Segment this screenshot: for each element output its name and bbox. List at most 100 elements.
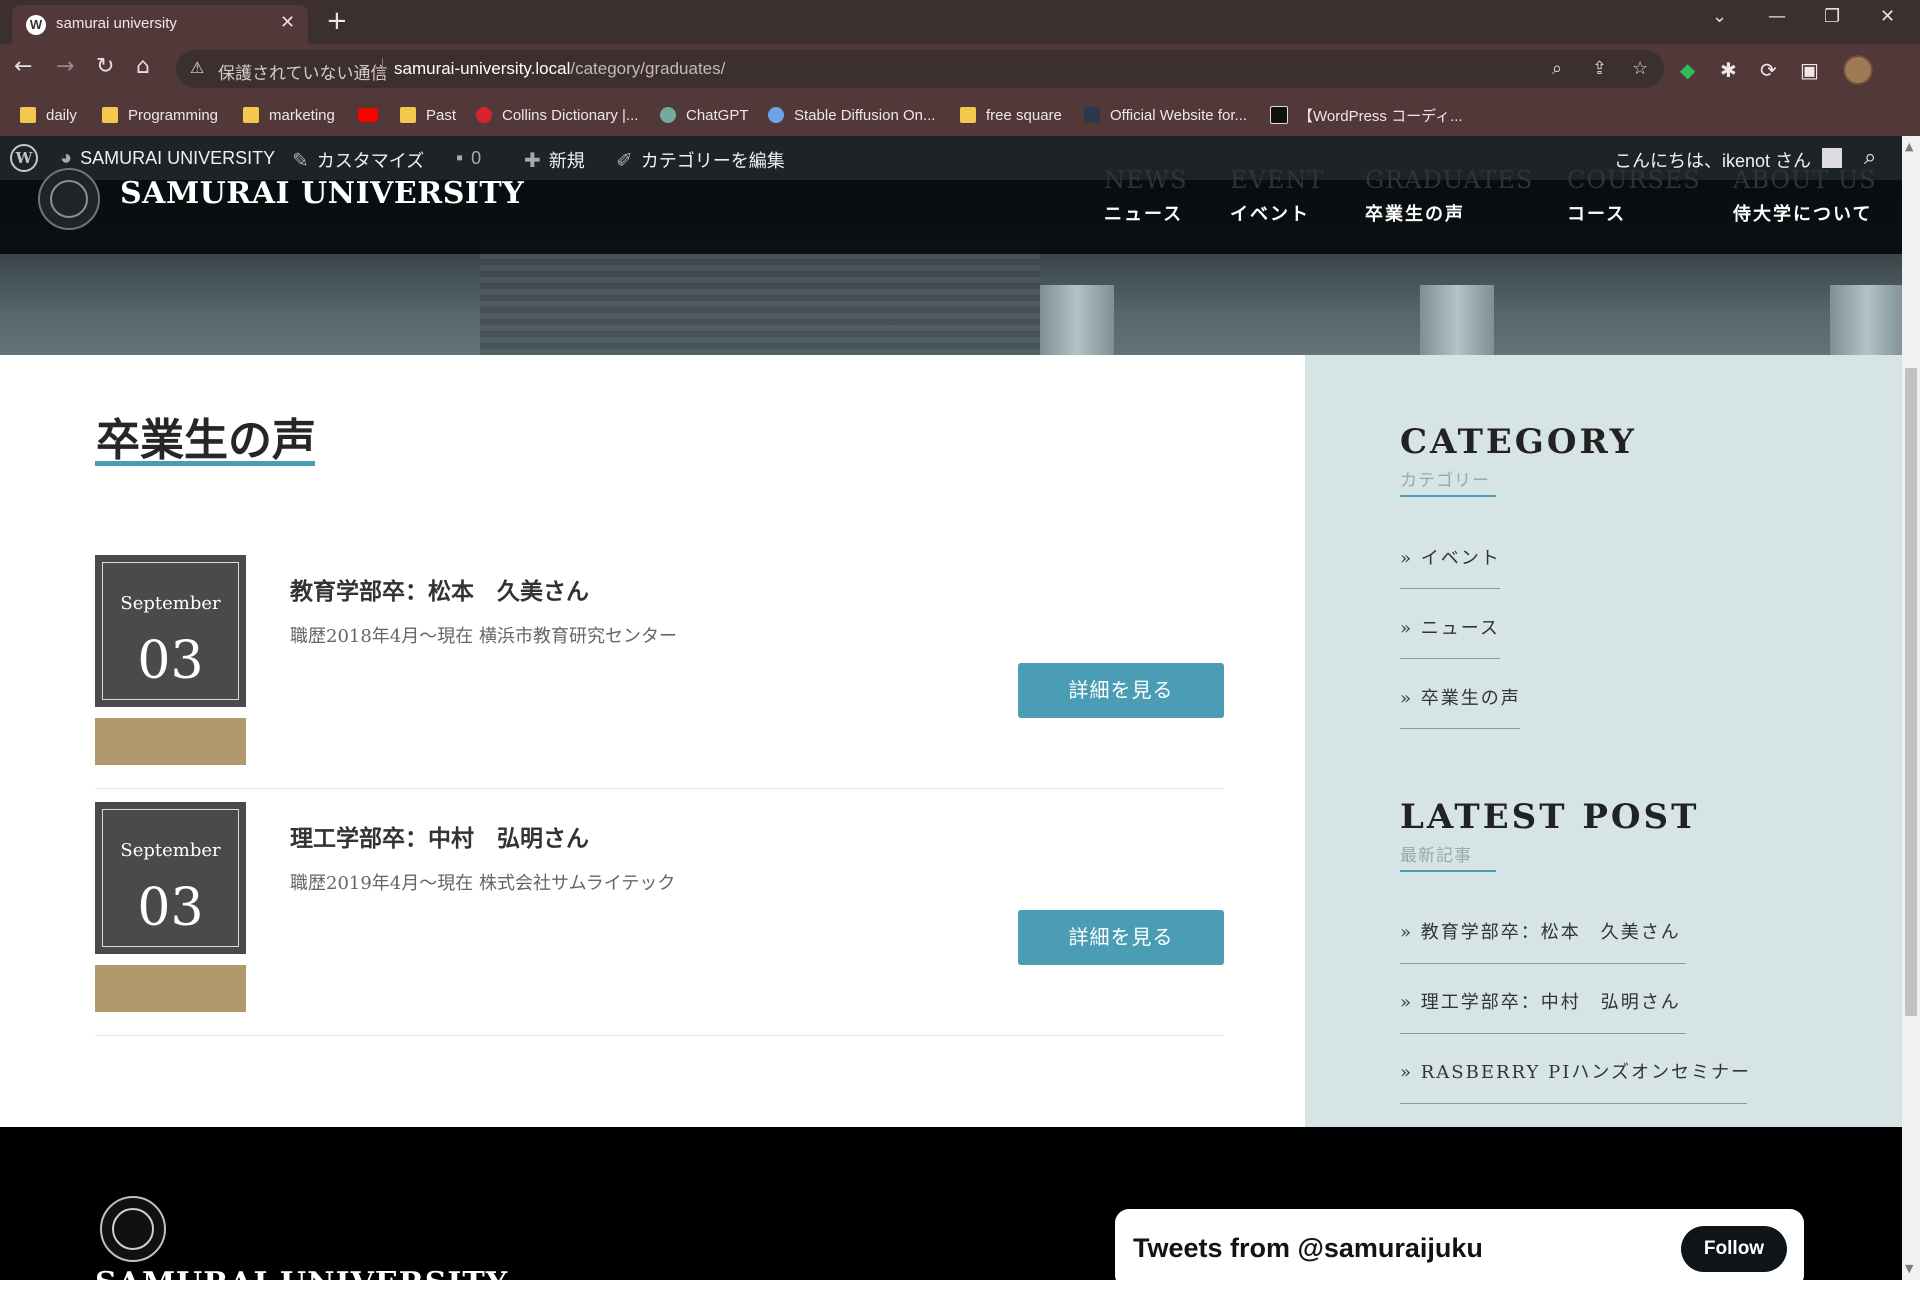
logo-emblem-icon[interactable] [38,168,100,230]
wordpress-logo-icon[interactable]: W [10,144,38,172]
nav-about-en: ABOUT US [1733,166,1877,194]
scroll-up-arrow-icon[interactable]: ▲ [1905,140,1913,153]
warning-icon[interactable]: ⚠ [190,58,204,77]
bookmark-marketing[interactable]: marketing [243,103,335,127]
minimize-icon[interactable]: — [1768,6,1786,27]
admin-comments-link[interactable]: ▪ 0 [456,147,481,170]
bookmark-collins[interactable]: Collins Dictionary |... [476,103,638,127]
bookmark-programming[interactable]: Programming [102,103,218,127]
date-frame: September 03 [102,809,239,947]
back-arrow-icon[interactable]: ← [14,54,32,79]
category-link-news[interactable]: » ニュース [1400,614,1500,640]
new-tab-button[interactable]: + [326,6,348,36]
logo-emblem-inner [50,180,88,218]
nav-news[interactable]: ニュース [1104,200,1183,226]
zoom-icon[interactable]: ⌕ [1552,58,1562,79]
nav-courses-en: COURSES [1567,166,1701,194]
category-heading: CATEGORY [1400,422,1637,462]
stable-diffusion-icon [768,107,784,123]
forward-arrow-icon[interactable]: → [56,54,74,79]
bookmark-label: Official Website for... [1110,106,1247,124]
bookmark-chatgpt[interactable]: ChatGPT [660,103,749,127]
scrollbar-thumb[interactable] [1905,368,1917,1016]
admin-site-label: SAMURAI UNIVERSITY [80,148,276,168]
post-month: September [120,840,221,861]
url-path: /category/graduates/ [570,59,726,78]
bookmark-label: marketing [269,106,335,124]
address-separator [382,58,383,80]
bookmark-label: Programming [128,106,219,124]
bookmark-past[interactable]: Past [400,103,456,127]
admin-new-label: 新規 [548,151,585,171]
post-excerpt: 職歴2019年4月〜現在 株式会社サムライテック [290,873,676,894]
nav-event[interactable]: イベント [1230,200,1310,226]
category-divider [1400,658,1500,659]
tab-search-icon[interactable]: ⌄ [1712,6,1727,27]
admin-edit-category-link[interactable]: ✐ カテゴリーを編集 [616,147,785,173]
browser-tab[interactable]: W samurai university ✕ [12,5,308,44]
admin-edit-category-label: カテゴリーを編集 [640,151,785,171]
bookmark-youtube[interactable] [358,103,388,127]
follow-button[interactable]: Follow [1681,1226,1787,1272]
close-window-icon[interactable]: ✕ [1880,6,1895,27]
post-category-tag [95,965,246,1012]
page-title-underline [95,461,315,466]
bookmark-official-website[interactable]: Official Website for... [1084,103,1247,127]
url-text[interactable]: samurai-university.local/category/gradua… [394,59,725,79]
folder-icon [20,107,36,123]
category-divider [1400,588,1500,589]
address-bar[interactable]: ⚠ 保護されていない通信 samurai-university.local/ca… [176,50,1664,88]
footer-site-name[interactable]: SAMURAI UNIVERSITY [95,1266,508,1301]
admin-customize-link[interactable]: ✎ カスタマイズ [292,147,424,173]
close-tab-icon[interactable]: ✕ [280,12,295,33]
share-icon[interactable]: ⇪ [1592,58,1607,79]
latest-post-link[interactable]: » RASBERRY PIハンズオンセミナー [1400,1058,1751,1084]
category-link-graduates[interactable]: » 卒業生の声 [1400,684,1521,710]
post-title[interactable]: 理工学部卒：中村 弘明さん [290,819,589,853]
latest-post-link[interactable]: » 理工学部卒：中村 弘明さん [1400,988,1681,1014]
nav-courses[interactable]: コース [1567,200,1626,226]
folder-icon [102,107,118,123]
tab-title: samurai university [56,15,177,32]
latest-post-link[interactable]: » 教育学部卒：松本 久美さん [1400,918,1681,944]
admin-site-link[interactable]: ◕ SAMURAI UNIVERSITY [60,147,275,170]
post-category-tag [95,718,246,765]
folder-icon [243,107,259,123]
bookmark-star-icon[interactable]: ☆ [1632,58,1648,79]
footer-logo-emblem-icon[interactable] [100,1196,166,1262]
admin-new-link[interactable]: ✚ 新規 [524,147,585,173]
extension-green-icon[interactable]: ◆ [1680,58,1695,82]
side-panel-icon[interactable]: ▣ [1800,58,1819,82]
tab-strip: W samurai university ✕ + ⌄ — ❐ ✕ [0,0,1920,44]
profile-avatar[interactable] [1843,55,1873,85]
bookmark-free-square[interactable]: free square [960,103,1062,127]
youtube-icon [358,108,378,122]
nav-about[interactable]: 侍大学について [1733,200,1872,226]
bookmark-wordpress-coding[interactable]: 【WordPress コーディ... [1270,103,1463,127]
bookmark-label: free square [986,106,1062,124]
bookmark-stable-diffusion[interactable]: Stable Diffusion On... [768,103,935,127]
nav-graduates[interactable]: 卒業生の声 [1365,200,1465,226]
url-host: samurai-university.local [394,59,571,78]
plus-icon: ✚ [524,149,541,172]
security-status[interactable]: 保護されていない通信 [218,59,388,84]
site-name[interactable]: SAMURAI UNIVERSITY [120,176,524,211]
detail-button[interactable]: 詳細を見る [1018,910,1224,965]
post-divider [95,788,1224,789]
home-icon[interactable]: ⌂ [136,54,150,79]
tweets-title[interactable]: Tweets from @samuraijuku [1133,1233,1483,1264]
wordpress-favicon-icon: W [26,15,46,35]
browser-toolbar: ← → ↻ ⌂ ⚠ 保護されていない通信 samurai-university.… [0,44,1920,94]
bookmark-daily[interactable]: daily [20,103,77,127]
reload-icon[interactable]: ↻ [96,54,114,79]
admin-avatar[interactable] [1822,148,1842,168]
category-divider [1400,728,1520,729]
restore-icon[interactable]: ❐ [1824,6,1840,27]
media-icon[interactable]: ⟳ [1760,58,1777,82]
post-title[interactable]: 教育学部卒：松本 久美さん [290,572,589,606]
post-date-box: September 03 [95,555,246,707]
extensions-puzzle-icon[interactable]: ✱ [1720,58,1737,82]
scroll-down-arrow-icon[interactable]: ▼ [1905,1262,1913,1275]
category-link-event[interactable]: » イベント [1400,544,1501,570]
detail-button[interactable]: 詳細を見る [1018,663,1224,718]
